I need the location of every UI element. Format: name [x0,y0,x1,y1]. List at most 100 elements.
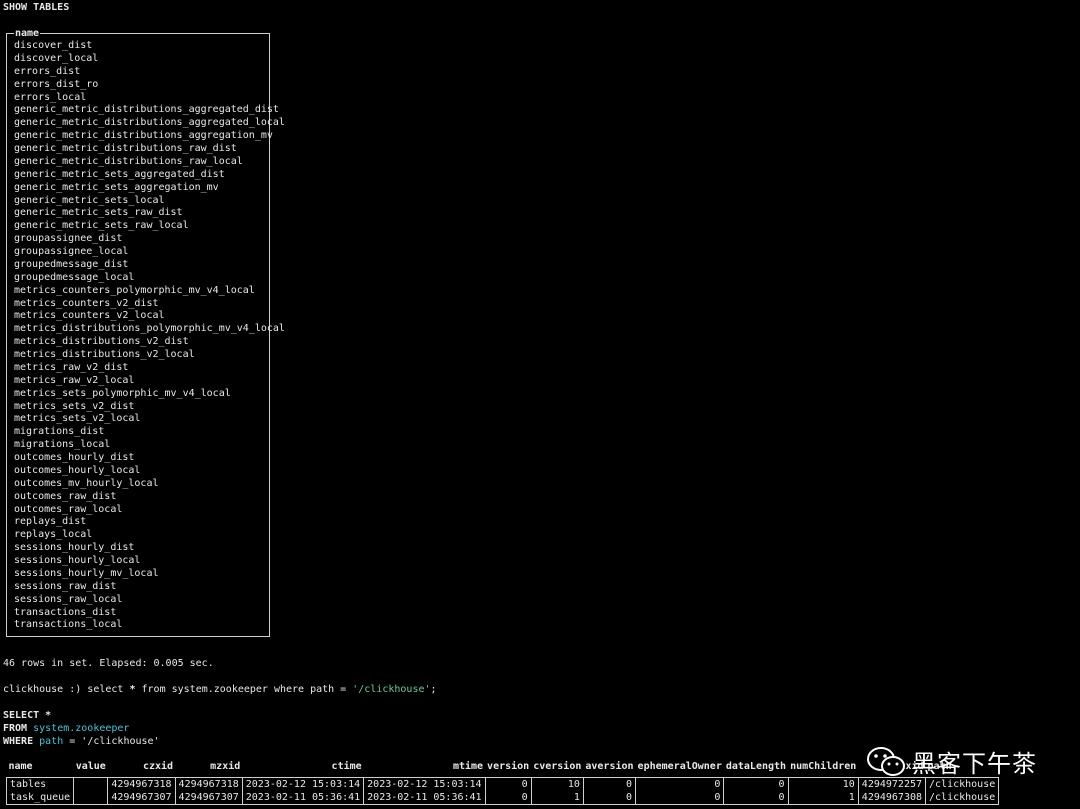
table-name-item: metrics_counters_v2_dist [14,297,159,309]
cell-dataLength: 0 [723,777,789,791]
column-header-czxid: czxid [142,761,174,772]
cell-ctime: 2023-02-11 05:36:41 [241,791,365,805]
formatted-from: FROM system.zookeeper [3,722,129,735]
table-name-item: generic_metric_distributions_raw_local [14,155,243,167]
column-header-version: version [487,761,530,772]
watermark: 黑客下午茶 [866,744,1037,779]
column-header-dataLength: dataLength [725,761,787,772]
table-name-item: generic_metric_sets_local [14,194,165,206]
cell-mtime: 2023-02-12 15:03:14 [363,777,486,791]
cell-numChildren: 1 [787,791,859,805]
table-name-item: migrations_local [14,439,111,451]
table-name-item: errors_dist [14,65,81,77]
cell-name: tables [5,777,75,791]
table-name-item: generic_metric_distributions_aggregation… [14,130,273,142]
table-name-item: migrations_dist [14,426,105,438]
cell-pzxid: 4294972257 [857,777,927,791]
cell-path: /clickhouse [925,791,1000,805]
kw-where: WHERE [3,736,34,747]
table-name-item: generic_metric_sets_raw_dist [14,207,183,219]
column-header-aversion: aversion [585,761,634,772]
table-name-item: outcomes_raw_dist [14,490,117,502]
cell-mzxid: 4294967307 [174,791,243,805]
table-name-item: metrics_raw_v2_local [14,374,135,386]
column-header-name: name [8,761,33,772]
table-name-item: generic_metric_sets_aggregated_dist [14,168,225,180]
cell-aversion: 0 [582,791,637,805]
cell-version: 0 [484,791,532,805]
column-header-numChildren: numChildren [790,761,857,772]
cell-numChildren: 10 [787,777,859,791]
cell-name: task_queue [5,791,75,805]
table-name-item: replays_local [14,529,93,541]
table-name-item: groupedmessage_dist [14,258,129,270]
command-line[interactable]: clickhouse :) select * from system.zooke… [3,683,437,696]
table-name-item: errors_dist_ro [14,78,99,90]
cell-czxid: 4294967307 [107,791,176,805]
table-name-item: metrics_counters_polymorphic_mv_v4_local [14,284,255,296]
cell-ctime: 2023-02-12 15:03:14 [241,777,365,791]
table-name-item: groupassignee_dist [14,233,123,245]
table-name-item: generic_metric_distributions_aggregated_… [14,117,285,129]
cell-value [73,791,109,805]
cmd-select: select [87,684,130,695]
table-name-item: metrics_counters_v2_local [14,310,165,322]
cell-cversion: 1 [530,791,584,805]
formatted-where: WHERE path = '/clickhouse' [3,735,160,748]
cell-aversion: 0 [582,777,637,791]
table-name-item: discover_dist [14,40,93,51]
table-name-item: replays_dist [14,516,87,528]
cell-czxid: 4294967318 [107,777,176,791]
table-row: task_queue 4294967307 4294967307 2023-02-11… [5,791,1000,805]
cmd-from: from system.zookeeper where path = [135,684,353,695]
rows-status: 46 rows in set. Elapsed: 0.005 sec. [3,658,214,669]
table-name-item: sessions_raw_local [14,593,123,605]
table-name-item: groupedmessage_local [14,271,135,283]
table-name-item: generic_metric_distributions_aggregated_… [14,104,279,116]
cell-path: /clickhouse [925,777,1000,791]
table-name-item: outcomes_hourly_dist [14,452,135,463]
result-header-row: name value czxid mzxid ctime mtime version cver… [7,762,999,778]
cell-version: 0 [484,777,532,791]
kw-select: SELECT [3,710,40,721]
column-header-ctime: ctime [331,761,362,772]
tables-column-header: name [14,28,41,39]
table-name-item: sessions_hourly_local [14,555,141,566]
cell-cversion: 10 [530,777,584,791]
table-name-item: outcomes_raw_local [14,503,123,515]
cell-pzxid: 4294967308 [857,791,927,805]
table-name-item: sessions_hourly_mv_local [14,567,159,579]
column-header-value: value [75,761,106,772]
table-name-item: transactions_local [14,619,123,631]
column-header-mzxid: mzxid [210,761,241,772]
show-tables-command: SHOW TABLES [3,2,70,13]
prompt: clickhouse :) [3,684,88,695]
cmd-semicolon: ; [430,684,437,695]
table-name-item: transactions_dist [14,606,117,618]
cmd-string: '/clickhouse' [352,684,431,695]
cell-value [73,777,109,791]
table-row: tables 4294967318 4294967318 2023-02-12 15:… [5,777,1000,791]
table-name-item: metrics_distributions_polymorphic_mv_v4_… [14,323,285,335]
table-name-item: errors_local [14,91,87,103]
select-star: * [39,710,52,721]
column-header-mtime: mtime [452,761,484,772]
tables-result-box: name discover_dist discover_local errors_d… [6,28,285,637]
kw-from: FROM [3,723,28,734]
column-header-ephemeralOwner: ephemeralOwner [637,761,722,772]
table-name-item: discover_local [14,52,99,64]
table-name-item: metrics_sets_v2_dist [14,400,135,412]
table-name-item: metrics_distributions_v2_dist [14,336,189,348]
table-name-item: metrics_raw_v2_dist [14,361,129,373]
column-header-cversion: cversion [533,761,582,772]
table-name-item: metrics_sets_v2_local [14,413,141,425]
cell-ephemeralOwner: 0 [635,791,725,805]
cell-dataLength: 0 [723,791,789,805]
cell-mtime: 2023-02-11 05:36:41 [363,791,486,805]
table-name-item: metrics_distributions_v2_local [14,349,195,360]
where-value: = '/clickhouse' [63,736,160,747]
where-column: path [39,736,64,747]
table-name-item: outcomes_mv_hourly_local [14,477,159,489]
cell-ephemeralOwner: 0 [635,777,725,791]
table-name-item: outcomes_hourly_local [14,464,141,476]
